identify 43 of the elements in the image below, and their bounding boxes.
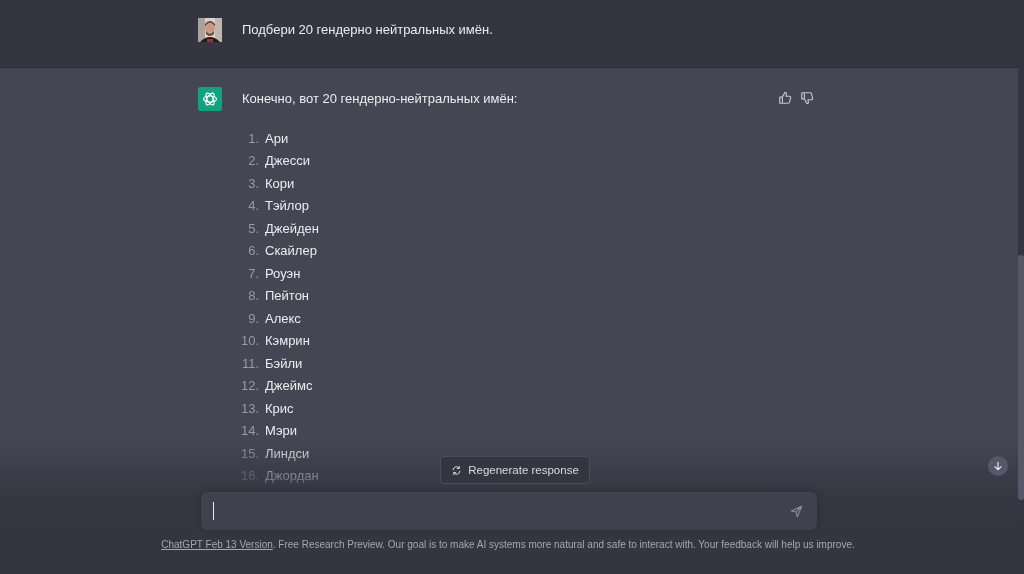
list-number: 5. (248, 220, 259, 236)
user-message: Подбери 20 гендерно нейтральных имён. (242, 21, 493, 39)
list-number: 14. (240, 423, 259, 439)
list-item: Роуэн (265, 265, 301, 281)
list-number: 9. (248, 310, 259, 326)
list-item: Мэри (265, 423, 298, 439)
list-item: Скайлер (265, 243, 317, 259)
list-item: Бэйли (265, 355, 303, 371)
list-item: Алекс (265, 310, 301, 326)
assistant-message: Конечно, вот 20 гендерно-нейтральных имён: (242, 90, 519, 108)
list-number: 3. (248, 175, 259, 191)
message-input[interactable] (201, 492, 817, 530)
list-number: 12. (240, 378, 259, 394)
list-item: Кори (265, 175, 295, 191)
regenerate-button[interactable]: Regenerate response (440, 456, 590, 484)
refresh-icon (451, 464, 463, 476)
list-item: Крис (265, 400, 294, 416)
list-number: 15. (240, 445, 259, 461)
list-item: Джеймс (265, 378, 313, 394)
list-item: Джордан (265, 468, 319, 484)
list-number: 1. (248, 130, 259, 146)
list-number: 7. (248, 265, 259, 281)
list-number: 13. (240, 400, 259, 416)
list-item: Тэйлор (265, 198, 310, 214)
list-item: Ари (265, 130, 289, 146)
list-number: 2. (248, 153, 259, 169)
list-item: Джейден (265, 220, 319, 236)
thumbs-up-icon[interactable] (778, 91, 792, 105)
list-item: Кэмрин (265, 333, 310, 349)
list-item: Линдси (265, 445, 310, 461)
version-link[interactable]: ChatGPT Feb 13 Version (161, 539, 273, 550)
footer-text: ChatGPT Feb 13 Version. Free Research Preview. Our goal is to make AI systems more natural and safe to interact with. Your feedback will help us improve. (161, 539, 855, 550)
logo-icon (198, 87, 222, 111)
list-number: 8. (248, 288, 259, 304)
list-number: 11. (241, 355, 259, 371)
list-number: 6. (248, 243, 259, 259)
thumbs-down-icon[interactable] (800, 91, 814, 105)
arrow-down-icon (992, 460, 1004, 472)
list-number: 10. (240, 333, 259, 349)
list-number: 4. (248, 198, 259, 214)
list-item: Пейтон (265, 288, 310, 304)
send-icon[interactable] (790, 504, 803, 518)
list-item: Джесси (265, 153, 310, 169)
